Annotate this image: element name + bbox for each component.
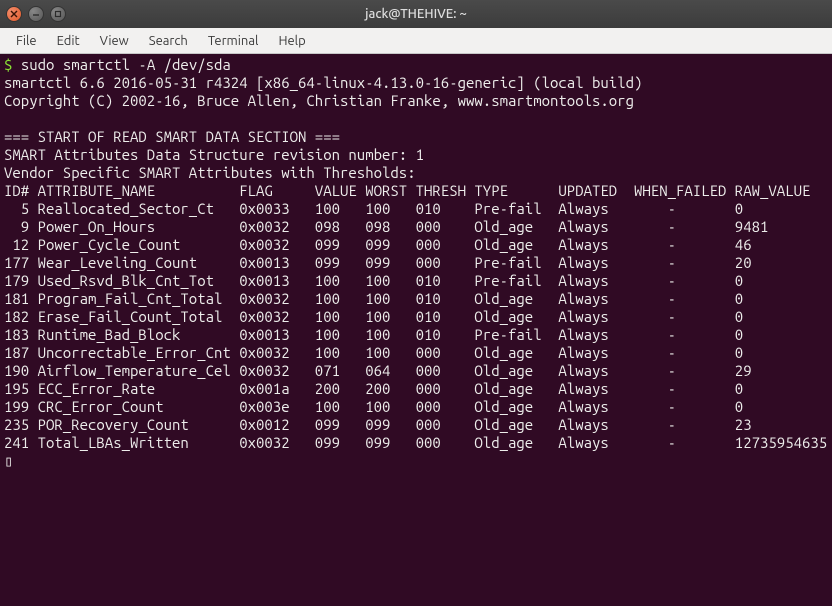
titlebar: jack@THEHIVE: ~ — [0, 0, 832, 28]
table-row: 182 Erase_Fail_Count_Total 0x0032 100 10… — [4, 308, 743, 325]
menu-terminal[interactable]: Terminal — [198, 31, 269, 51]
menu-help[interactable]: Help — [268, 31, 315, 51]
table-row: 190 Airflow_Temperature_Cel 0x0032 071 0… — [4, 362, 752, 379]
table-row: 12 Power_Cycle_Count 0x0032 099 099 000 … — [4, 236, 752, 253]
table-row: 187 Uncorrectable_Error_Cnt 0x0032 100 1… — [4, 344, 743, 361]
table-row: 195 ECC_Error_Rate 0x001a 200 200 000 Ol… — [4, 380, 743, 397]
command-text: sudo smartctl -A /dev/sda — [21, 56, 231, 73]
table-row: 5 Reallocated_Sector_Ct 0x0033 100 100 0… — [4, 200, 743, 217]
table-row: 241 Total_LBAs_Written 0x0032 099 099 00… — [4, 434, 827, 451]
table-row: 183 Runtime_Bad_Block 0x0013 100 100 010… — [4, 326, 743, 343]
table-row: 9 Power_On_Hours 0x0032 098 098 000 Old_… — [4, 218, 768, 235]
menu-file[interactable]: File — [6, 31, 47, 51]
window-controls — [6, 6, 66, 22]
out-copyright: Copyright (C) 2002-16, Bruce Allen, Chri… — [4, 92, 634, 109]
maximize-button[interactable] — [50, 6, 66, 22]
cursor: ▯ — [4, 452, 13, 469]
out-vendor: Vendor Specific SMART Attributes with Th… — [4, 164, 416, 181]
out-version: smartctl 6.6 2016-05-31 r4324 [x86_64-li… — [4, 74, 642, 91]
table-row: 199 CRC_Error_Count 0x003e 100 100 000 O… — [4, 398, 743, 415]
menu-view[interactable]: View — [90, 31, 139, 51]
minimize-button[interactable] — [28, 6, 44, 22]
menu-search[interactable]: Search — [139, 31, 198, 51]
terminal-output[interactable]: $ sudo smartctl -A /dev/sda smartctl 6.6… — [0, 54, 832, 606]
window-title: jack@THEHIVE: ~ — [365, 7, 467, 21]
prompt-symbol: $ — [4, 56, 12, 73]
prompt-line: $ sudo smartctl -A /dev/sda — [4, 56, 231, 73]
table-row: 181 Program_Fail_Cnt_Total 0x0032 100 10… — [4, 290, 743, 307]
out-revision: SMART Attributes Data Structure revision… — [4, 146, 424, 163]
menu-edit[interactable]: Edit — [47, 31, 90, 51]
out-section: === START OF READ SMART DATA SECTION === — [4, 128, 340, 145]
close-button[interactable] — [6, 6, 22, 22]
table-row: 179 Used_Rsvd_Blk_Cnt_Tot 0x0013 100 100… — [4, 272, 743, 289]
menubar: File Edit View Search Terminal Help — [0, 28, 832, 54]
table-header: ID# ATTRIBUTE_NAME FLAG VALUE WORST THRE… — [4, 182, 810, 199]
table-row: 235 POR_Recovery_Count 0x0012 099 099 00… — [4, 416, 752, 433]
table-row: 177 Wear_Leveling_Count 0x0013 099 099 0… — [4, 254, 752, 271]
